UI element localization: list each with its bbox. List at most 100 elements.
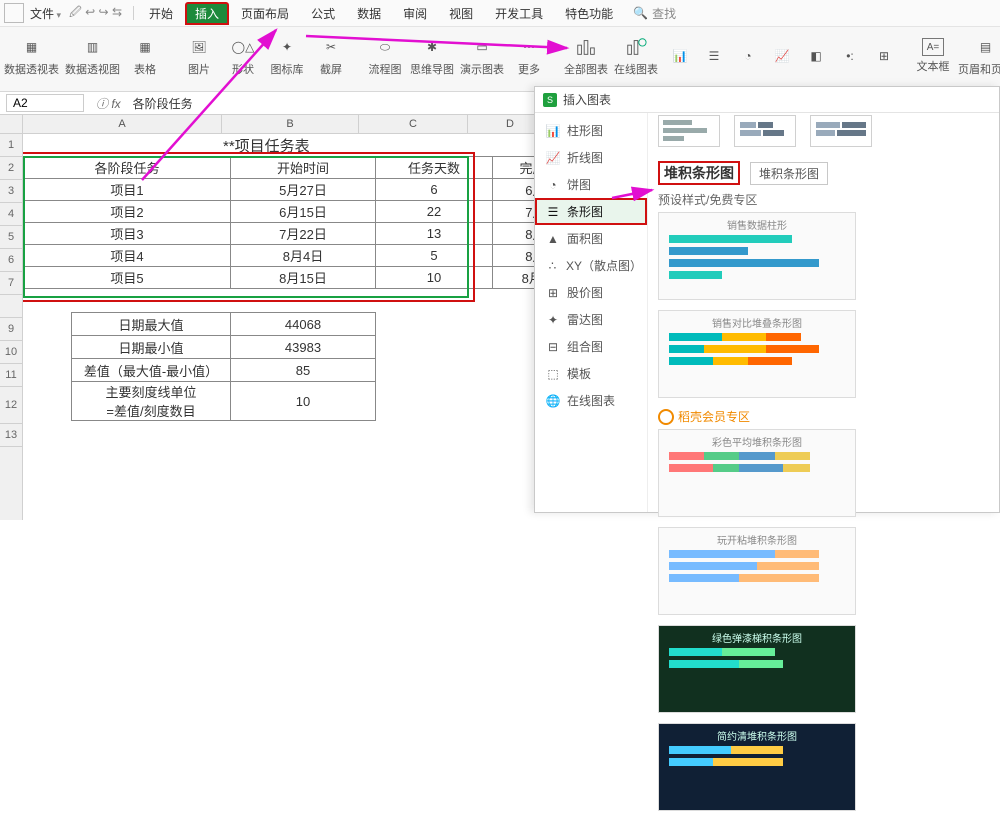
file-menu[interactable]: 文件 — [30, 5, 61, 22]
toolbar-quick[interactable]: 🖉 ↩ ↪ ⇆ — [69, 3, 122, 24]
tile-3[interactable] — [810, 115, 872, 147]
chart-type-title: 堆积条形图 — [658, 161, 740, 185]
chart-mini-6[interactable]: •: — [836, 29, 864, 83]
scatter-chart-icon: ∴ — [545, 259, 560, 273]
mindmap-icon: ✱ — [418, 35, 446, 59]
tile-2[interactable] — [734, 115, 796, 147]
table-button[interactable]: ▦表格 — [126, 29, 164, 83]
stock-chart-icon: ⊞ — [545, 286, 561, 300]
pivot-chart-button[interactable]: ▥数据透视图 — [65, 29, 120, 83]
screenshot-button[interactable]: ✂截屏 — [312, 29, 350, 83]
tile-1[interactable] — [658, 115, 720, 147]
cat-area[interactable]: ▲面积图 — [535, 225, 647, 252]
online-chart-icon: 🌐 — [545, 394, 561, 408]
presentation-button[interactable]: ▭演示图表 — [460, 29, 504, 83]
radar-chart-icon: ✦ — [545, 313, 561, 327]
tab-formula[interactable]: 公式 — [301, 2, 345, 25]
chart-mini-5[interactable]: ◧ — [802, 29, 830, 83]
tab-feature[interactable]: 特色功能 — [555, 2, 623, 25]
shapes-button[interactable]: ◯△形状 — [224, 29, 262, 83]
area-chart-icon: ▲ — [545, 232, 561, 246]
more-button[interactable]: ⋯更多 — [510, 29, 548, 83]
template-thumb-6[interactable]: 简约清堆积条形图 — [658, 723, 856, 811]
row-headers: 123 456 79 1011 1213 — [0, 115, 23, 520]
cat-pie[interactable]: ◔饼图 — [535, 171, 647, 198]
fx-icon: ⓘ fx — [96, 95, 121, 112]
pie-chart-icon: ◔ — [545, 178, 561, 192]
stats-table[interactable]: 日期最大值44068 日期最小值43983 差值（最大值-最小值）85 主要刻度… — [71, 312, 376, 421]
flowchart-icon: ⬭ — [371, 35, 399, 59]
icons-button[interactable]: ✦图标库 — [268, 29, 306, 83]
tab-insert[interactable]: 插入 — [185, 2, 229, 25]
chart-mini-7[interactable]: ⊞ — [870, 29, 898, 83]
header-footer-button[interactable]: ▤页眉和页脚 — [958, 29, 1000, 83]
app-logo — [4, 3, 24, 23]
flowchart-button[interactable]: ⬭流程图 — [366, 29, 404, 83]
search-icon: 🔍 — [633, 6, 648, 20]
bar-variant-tiles — [648, 113, 999, 155]
chart-category-list: 📊柱形图 📈折线图 ◔饼图 ☰条形图 ▲面积图 ∴XY（散点图） ⊞股价图 ✦雷… — [535, 113, 648, 512]
cat-online[interactable]: 🌐在线图表 — [535, 387, 647, 414]
name-box[interactable] — [6, 94, 84, 112]
mindmap-button[interactable]: ✱思维导图 — [410, 29, 454, 83]
header-task: 各阶段任务 — [24, 157, 231, 179]
pivot-table-icon: ▦ — [18, 35, 46, 59]
online-charts-button[interactable]: 在线图表 — [614, 29, 658, 83]
main-table[interactable]: 各阶段任务 开始时间 任务天数 完成时 项目15月27日66月1 项目26月15… — [23, 156, 585, 289]
textbox-icon: A= — [922, 38, 944, 56]
tab-start[interactable]: 开始 — [139, 2, 183, 25]
template-thumb-3[interactable]: 彩色平均堆积条形图 — [658, 429, 856, 517]
tab-view[interactable]: 视图 — [439, 2, 483, 25]
all-charts-icon — [572, 35, 600, 59]
shapes-icon: ◯△ — [229, 35, 257, 59]
presentation-icon: ▭ — [468, 35, 496, 59]
textbox-button[interactable]: A=文本框 — [914, 29, 952, 83]
more-icon: ⋯ — [515, 35, 543, 59]
header-footer-icon: ▤ — [972, 35, 1000, 59]
online-charts-icon — [622, 35, 650, 59]
search-box[interactable]: 🔍 查找 — [633, 5, 676, 22]
cat-bar[interactable]: ☰条形图 — [535, 198, 647, 225]
template-thumb-2[interactable]: 销售对比堆叠条形图 — [658, 310, 856, 398]
cat-line[interactable]: 📈折线图 — [535, 144, 647, 171]
image-button[interactable]: 🖼图片 — [180, 29, 218, 83]
section-free: 预设样式/免费专区 — [648, 189, 999, 212]
bar-chart-icon: ☰ — [545, 205, 561, 219]
chart-mini-1[interactable]: 📊 — [666, 29, 694, 83]
cat-radar[interactable]: ✦雷达图 — [535, 306, 647, 333]
screenshot-icon: ✂ — [317, 35, 345, 59]
pivot-table-button[interactable]: ▦数据透视表 — [4, 29, 59, 83]
search-label: 查找 — [652, 5, 676, 22]
template-thumb-4[interactable]: 玩开粘堆积条形图 — [658, 527, 856, 615]
line-chart-icon: 📈 — [545, 151, 561, 165]
image-icon: 🖼 — [185, 35, 213, 59]
combo-chart-icon: ⊟ — [545, 340, 561, 354]
tab-layout[interactable]: 页面布局 — [231, 2, 299, 25]
section-premium: 稻壳会员专区 — [648, 406, 999, 429]
column-chart-icon: 📊 — [545, 124, 561, 138]
panel-icon: S — [543, 93, 557, 107]
icons-icon: ✦ — [273, 35, 301, 59]
chart-mini-2[interactable]: ☰ — [700, 29, 728, 83]
cat-scatter[interactable]: ∴XY（散点图） — [535, 252, 647, 279]
tab-dev[interactable]: 开发工具 — [485, 2, 553, 25]
template-thumb-1[interactable]: 销售数据柱形 — [658, 212, 856, 300]
panel-title-text: 插入图表 — [563, 91, 611, 108]
table-icon: ▦ — [131, 35, 159, 59]
cat-template[interactable]: ⬚模板 — [535, 360, 647, 387]
template-icon: ⬚ — [545, 367, 561, 381]
table-title: **项目任务表 — [223, 134, 310, 156]
insert-chart-panel: S 插入图表 📊柱形图 📈折线图 ◔饼图 ☰条形图 ▲面积图 ∴XY（散点图） … — [534, 86, 1000, 513]
tab-data[interactable]: 数据 — [347, 2, 391, 25]
chart-mini-4[interactable]: 📈 — [768, 29, 796, 83]
template-thumb-5[interactable]: 绿色弹漆梯积条形图 — [658, 625, 856, 713]
all-charts-button[interactable]: 全部图表 — [564, 29, 608, 83]
header-start: 开始时间 — [231, 157, 376, 179]
chart-subtype-button[interactable]: 堆积条形图 — [750, 162, 828, 185]
cat-combo[interactable]: ⊟组合图 — [535, 333, 647, 360]
pivot-chart-icon: ▥ — [79, 35, 107, 59]
cat-column[interactable]: 📊柱形图 — [535, 117, 647, 144]
cat-stock[interactable]: ⊞股价图 — [535, 279, 647, 306]
chart-mini-3[interactable]: ◔ — [734, 29, 762, 83]
tab-review[interactable]: 审阅 — [393, 2, 437, 25]
